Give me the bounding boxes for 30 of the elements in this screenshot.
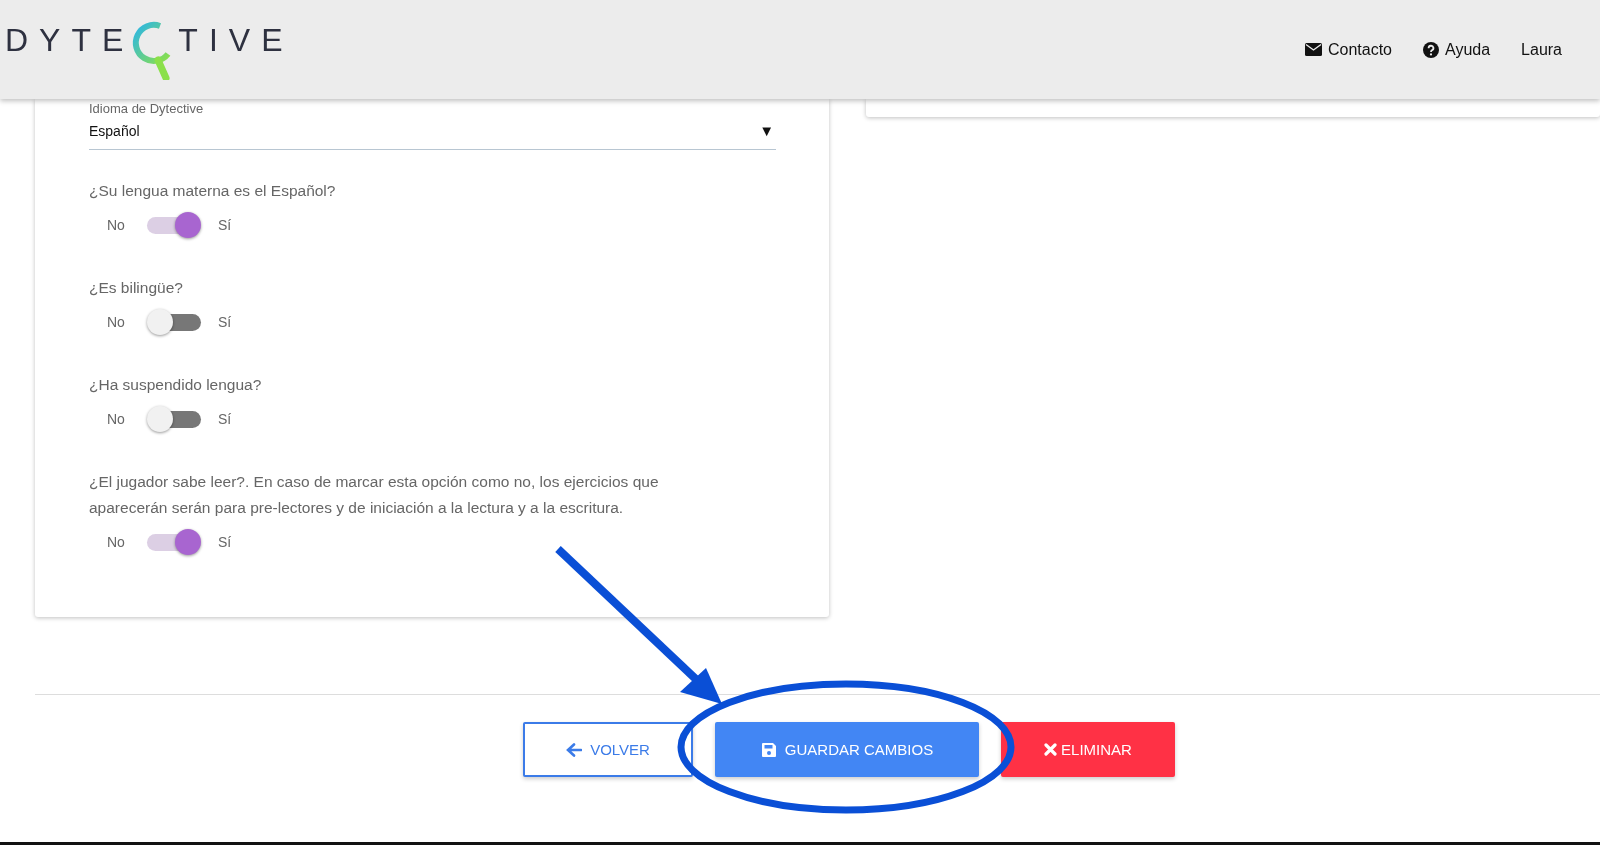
option-label: No bbox=[107, 217, 125, 233]
option-label: No bbox=[107, 411, 125, 427]
option-label: Sí bbox=[217, 217, 232, 233]
question-text: ¿El jugador sabe leer?. En caso de marcar esta opción como no, los ejercicios que aparecerán serán para pre-lectores y de iniciación a la lectura y a la escritura. bbox=[89, 472, 660, 518]
toggle-switch[interactable] bbox=[146, 529, 201, 555]
save-button[interactable]: GUARDAR CAMBIOS bbox=[715, 722, 979, 777]
language-select[interactable]: Español ▼ bbox=[89, 116, 776, 150]
arrow-left-icon bbox=[566, 742, 583, 757]
logo-text: DYTE bbox=[5, 22, 135, 59]
option-label: Sí bbox=[217, 534, 232, 550]
option-label: Sí bbox=[217, 411, 232, 427]
help-icon bbox=[1423, 41, 1439, 58]
close-icon bbox=[1044, 743, 1058, 756]
option-label: No bbox=[107, 534, 125, 550]
nav-link[interactable]: Laura bbox=[1521, 40, 1562, 59]
question-text: ¿Es bilingüe? bbox=[89, 278, 184, 298]
toggle-switch[interactable] bbox=[146, 309, 201, 335]
envelope-icon bbox=[1304, 43, 1322, 56]
logo-text: TIVE bbox=[178, 22, 294, 59]
toggle-switch[interactable] bbox=[146, 406, 201, 432]
toggle-switch[interactable] bbox=[146, 212, 201, 238]
question-text: ¿Ha suspendido lengua? bbox=[89, 375, 263, 395]
question-text: ¿Su lengua materna es el Español? bbox=[89, 181, 337, 201]
nav-link[interactable]: Contacto bbox=[1304, 40, 1392, 59]
option-label: Sí bbox=[217, 314, 232, 330]
nav-link[interactable]: Ayuda bbox=[1423, 40, 1491, 59]
delete-button[interactable]: ELIMINAR bbox=[1001, 722, 1175, 777]
back-button[interactable]: VOLVER bbox=[523, 722, 693, 777]
option-label: No bbox=[107, 314, 125, 330]
field-label: Idioma de Dytective bbox=[89, 101, 205, 116]
